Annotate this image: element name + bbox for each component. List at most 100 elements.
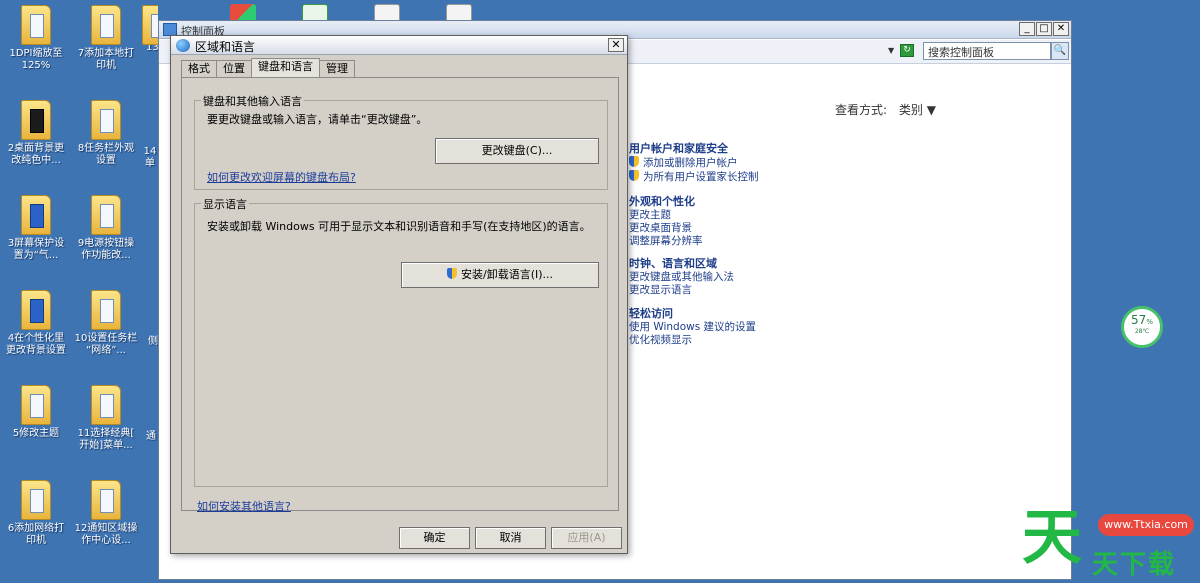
- category-title[interactable]: 轻松访问: [629, 307, 756, 321]
- category-title[interactable]: 时钟、语言和区域: [629, 257, 734, 271]
- shield-icon: [446, 268, 457, 279]
- chevron-down-icon[interactable]: ▼: [888, 46, 894, 55]
- tab-keyboards-languages[interactable]: 键盘和语言: [251, 58, 320, 77]
- category-link[interactable]: 调整屏幕分辨率: [629, 235, 703, 248]
- gauge-percent: 57%: [1131, 313, 1153, 327]
- desktop-icon-14[interactable]: 14 单: [140, 146, 160, 170]
- desktop-icon-label: 14 单: [143, 146, 157, 169]
- tab-administrative[interactable]: 管理: [319, 60, 355, 77]
- search-icon[interactable]: 🔍: [1051, 42, 1069, 60]
- folder-icon: [142, 5, 158, 45]
- memory-gauge-widget[interactable]: 57% 28℃: [1121, 306, 1163, 348]
- category-title[interactable]: 用户帐户和家庭安全: [629, 142, 759, 156]
- watermark-logo-text: 天下载: [1092, 550, 1177, 580]
- desktop-icon-13[interactable]: 13: [128, 5, 158, 54]
- view-mode-label: 查看方式:: [835, 103, 888, 117]
- category-link[interactable]: 为所有用户设置家长控制: [629, 170, 759, 184]
- desktop-icon-5[interactable]: 5修改主题: [0, 385, 72, 440]
- apply-button[interactable]: 应用(A): [551, 527, 622, 549]
- folder-icon: [91, 480, 121, 520]
- folder-icon: [21, 195, 51, 235]
- refresh-icon[interactable]: ↻: [900, 44, 914, 57]
- change-keyboard-button[interactable]: 更改键盘(C)...: [435, 138, 599, 164]
- display-language-group: 显示语言 安装或卸载 Windows 可用于显示文本和识别语音和手写(在支持地区…: [194, 196, 608, 487]
- folder-icon: [21, 5, 51, 45]
- category-title[interactable]: 外观和个性化: [629, 195, 703, 209]
- desktop-icon-label: 6添加网络打 印机: [7, 523, 65, 546]
- group-label: 键盘和其他输入语言: [201, 93, 304, 109]
- category-ease-of-access: 轻松访问 使用 Windows 建议的设置 优化视频显示: [587, 307, 756, 347]
- dialog-title: 区域和语言: [195, 40, 256, 54]
- desktop-icon-partial-b[interactable]: 通: [144, 431, 158, 443]
- cancel-button[interactable]: 取消: [475, 527, 546, 549]
- keyboard-group: 键盘和其他输入语言 要更改键盘或输入语言，请单击“更改键盘”。 更改键盘(C).…: [194, 93, 608, 190]
- keyboard-layout-help-link[interactable]: 如何更改欢迎屏幕的键盘布局?: [207, 169, 356, 185]
- desktop-icon-2[interactable]: 2桌面背景更 改纯色中...: [0, 100, 72, 167]
- shield-icon: [629, 170, 639, 181]
- folder-icon: [91, 290, 121, 330]
- desktop-icon-label: 8任务栏外观 设置: [77, 143, 135, 166]
- minimize-icon[interactable]: _: [1019, 22, 1035, 36]
- desktop-icon-8[interactable]: 8任务栏外观 设置: [70, 100, 142, 167]
- desktop-icon-label: 1DPI缩放至 125%: [9, 48, 63, 71]
- install-languages-help-link[interactable]: 如何安装其他语言?: [197, 498, 291, 514]
- desktop-icon-label: 2桌面背景更 改纯色中...: [7, 143, 65, 166]
- desktop-icon-label: 5修改主题: [12, 428, 60, 439]
- desktop-icon-4[interactable]: 4在个性化里 更改背景设置: [0, 290, 72, 357]
- folder-icon: [91, 5, 121, 45]
- folder-icon: [21, 290, 51, 330]
- tab-panel: 键盘和其他输入语言 要更改键盘或输入语言，请单击“更改键盘”。 更改键盘(C).…: [181, 77, 619, 511]
- dialog-tabs: 格式 位置 键盘和语言 管理: [181, 58, 355, 77]
- category-clock-language-region: 时钟、语言和区域 更改键盘或其他输入法 更改显示语言: [587, 257, 734, 297]
- shield-icon: [629, 156, 639, 167]
- category-link[interactable]: 添加或删除用户帐户: [629, 156, 759, 170]
- category-appearance: 外观和个性化 更改主题 更改桌面背景 调整屏幕分辨率: [587, 195, 703, 248]
- desktop-icon-1[interactable]: 1DPI缩放至 125%: [0, 5, 72, 72]
- region-language-dialog: 区域和语言 ✕ 格式 位置 键盘和语言 管理 键盘和其他输入语言 要更改键盘或输…: [170, 35, 628, 554]
- desktop-icon-6[interactable]: 6添加网络打 印机: [0, 480, 72, 547]
- site-watermark: 天 www.Ttxia.com 天下载: [1022, 506, 1200, 583]
- desktop-icon-label: 11选择经典[ 开始]菜单...: [77, 428, 135, 451]
- folder-icon: [21, 100, 51, 140]
- maximize-icon[interactable]: □: [1036, 22, 1052, 36]
- view-mode-dropdown[interactable]: 类别 ▼: [899, 103, 936, 117]
- folder-icon: [21, 385, 51, 425]
- desktop-icon-10[interactable]: 10设置任务栏 “网络”...: [70, 290, 142, 357]
- folder-icon: [91, 385, 121, 425]
- close-icon[interactable]: ✕: [1053, 22, 1069, 36]
- category-user-accounts: 用户帐户和家庭安全 添加或删除用户帐户 为所有用户设置家长控制: [587, 142, 759, 184]
- folder-icon: [21, 480, 51, 520]
- window-buttons: _ □ ✕: [1019, 22, 1069, 36]
- desktop-icon-9[interactable]: 9电源按钮操 作功能改...: [70, 195, 142, 262]
- close-icon[interactable]: ✕: [608, 38, 624, 52]
- category-link[interactable]: 更改键盘或其他输入法: [629, 271, 734, 284]
- desktop-icon-12[interactable]: 12通知区域操 作中心设...: [70, 480, 142, 547]
- tab-location[interactable]: 位置: [216, 60, 252, 77]
- desktop-icon-11[interactable]: 11选择经典[ 开始]菜单...: [70, 385, 142, 452]
- desktop-icon-label: 3屏幕保护设 置为“气...: [7, 238, 65, 261]
- globe-icon: [176, 39, 190, 52]
- watermark-logo-char: 天: [1022, 503, 1082, 573]
- group-text: 安装或卸载 Windows 可用于显示文本和识别语音和手写(在支持地区)的语言。: [207, 220, 591, 233]
- view-mode: 查看方式: 类别 ▼: [835, 101, 936, 118]
- category-link[interactable]: 更改主题: [629, 209, 703, 222]
- folder-icon: [91, 100, 121, 140]
- tab-formats[interactable]: 格式: [181, 60, 217, 77]
- category-link[interactable]: 更改显示语言: [629, 284, 734, 297]
- install-uninstall-languages-button[interactable]: 安装/卸载语言(I)...: [401, 262, 599, 288]
- category-link[interactable]: 优化视频显示: [629, 334, 756, 347]
- category-link[interactable]: 使用 Windows 建议的设置: [629, 321, 756, 334]
- search-input[interactable]: 搜索控制面板: [923, 42, 1051, 60]
- group-text: 要更改键盘或输入语言，请单击“更改键盘”。: [207, 113, 428, 126]
- desktop-icon-label: 12通知区域操 作中心设...: [74, 523, 138, 546]
- watermark-url-badge: www.Ttxia.com: [1098, 514, 1194, 536]
- desktop-icon-label: 9电源按钮操 作功能改...: [77, 238, 135, 261]
- desktop-icon-label: 通: [146, 431, 156, 442]
- group-label: 显示语言: [201, 196, 249, 212]
- ok-button[interactable]: 确定: [399, 527, 470, 549]
- category-link[interactable]: 更改桌面背景: [629, 222, 703, 235]
- folder-icon: [91, 195, 121, 235]
- desktop-icon-3[interactable]: 3屏幕保护设 置为“气...: [0, 195, 72, 262]
- dialog-titlebar[interactable]: 区域和语言 ✕: [171, 36, 627, 55]
- view-mode-value: 类别: [898, 103, 923, 117]
